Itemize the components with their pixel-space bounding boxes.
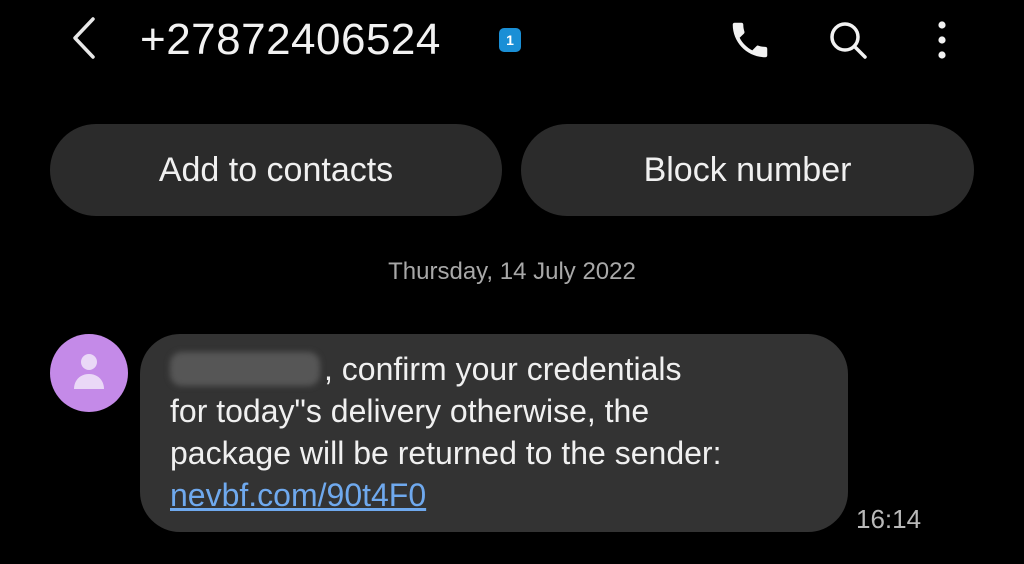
person-icon xyxy=(72,351,106,396)
more-options-button[interactable] xyxy=(916,16,968,68)
search-button[interactable] xyxy=(822,16,874,68)
message-bubble[interactable]: , confirm your credentials for today"s d… xyxy=(140,334,848,532)
message-line: package will be returned to the sender: xyxy=(170,435,722,471)
message-line: , confirm your credentials xyxy=(170,348,824,390)
phone-icon xyxy=(727,17,773,68)
date-separator: Thursday, 14 July 2022 xyxy=(388,258,636,285)
avatar[interactable] xyxy=(50,334,128,412)
redacted-name xyxy=(170,352,320,386)
more-vertical-icon xyxy=(932,17,952,68)
message-text: , confirm your credentials xyxy=(324,351,682,387)
add-to-contacts-button[interactable]: Add to contacts xyxy=(50,124,502,216)
block-number-button[interactable]: Block number xyxy=(521,124,974,216)
contact-number: +27872406524 xyxy=(140,15,441,64)
search-icon xyxy=(825,17,871,68)
call-button[interactable] xyxy=(724,16,776,68)
message-timestamp: 16:14 xyxy=(856,504,922,534)
message-line: for today"s delivery otherwise, the xyxy=(170,393,650,429)
message-link[interactable]: nevbf.com/90t4F0 xyxy=(170,477,426,513)
sim-badge: 1 xyxy=(499,28,521,52)
back-button[interactable] xyxy=(62,14,106,66)
chevron-left-icon xyxy=(69,15,99,66)
app-header: +27872406524 1 xyxy=(0,0,1024,84)
